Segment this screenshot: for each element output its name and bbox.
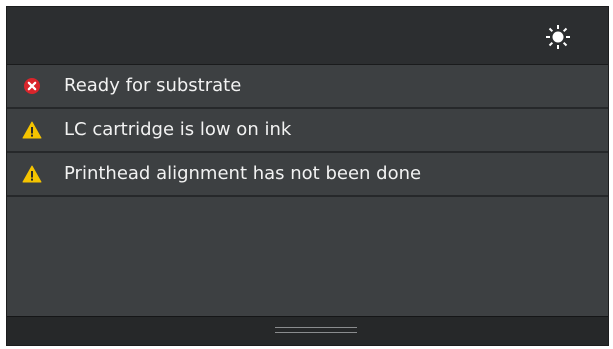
status-screen: Ready for substrate LC cartridge is low … [6, 6, 609, 346]
alert-row-lc-cartridge-low[interactable]: LC cartridge is low on ink [7, 109, 608, 153]
alert-text: Ready for substrate [64, 75, 242, 96]
warning-triangle-icon [22, 121, 42, 139]
alert-row-printhead-alignment[interactable]: Printhead alignment has not been done [7, 153, 608, 197]
alert-text: Printhead alignment has not been done [64, 163, 422, 184]
alert-list: Ready for substrate LC cartridge is low … [7, 65, 608, 197]
alert-row-ready-for-substrate[interactable]: Ready for substrate [7, 65, 608, 109]
warning-triangle-icon [22, 165, 42, 183]
alert-text: LC cartridge is low on ink [64, 119, 292, 140]
error-x-icon [24, 78, 40, 94]
brightness-sun-icon[interactable] [545, 24, 571, 50]
drawer-handle-icon[interactable] [275, 325, 357, 337]
top-bar [7, 7, 608, 65]
bottom-bar [7, 316, 608, 345]
